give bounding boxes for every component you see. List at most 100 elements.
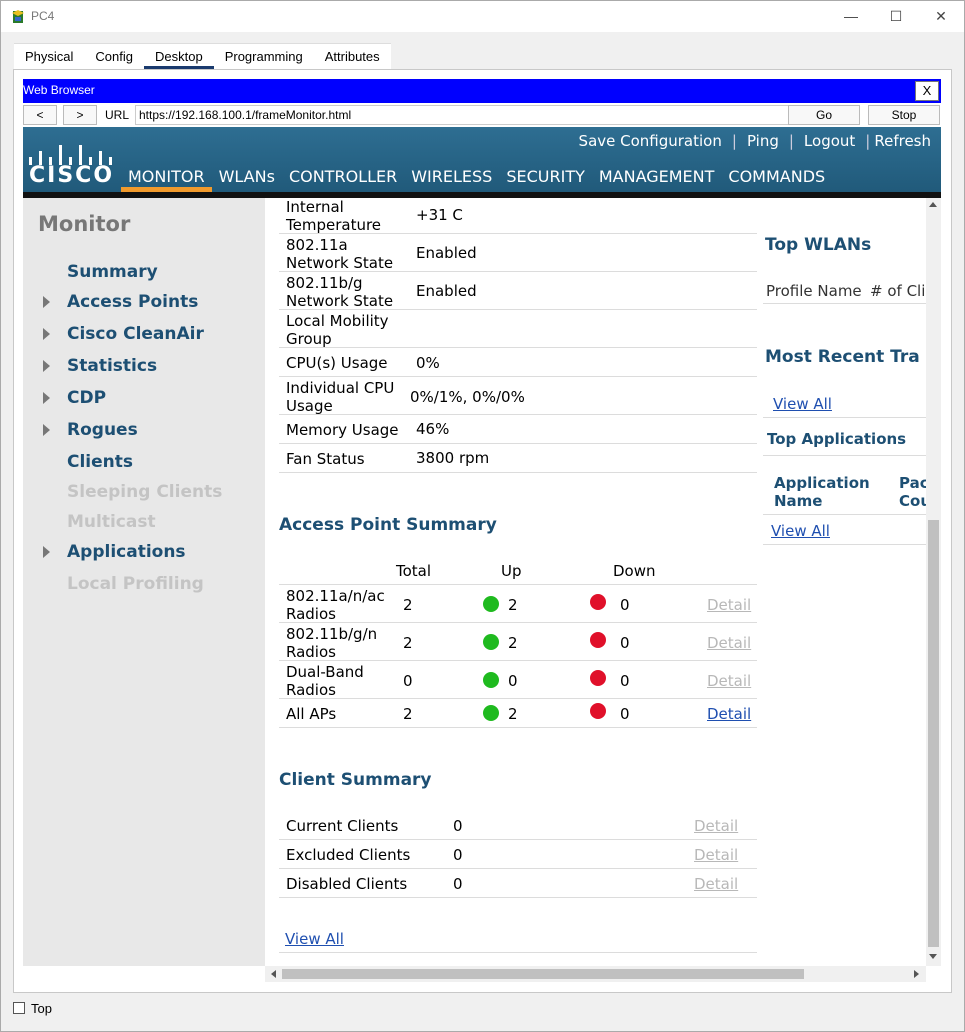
expand-arrow-icon[interactable] <box>43 296 50 308</box>
ap-row-label: Dual-Band <box>286 663 364 681</box>
most-recent-traps-heading: Most Recent Tra <box>765 347 920 367</box>
packet-count-header: Pac <box>899 474 926 492</box>
sidebar-item-access-points[interactable]: Access Points <box>67 292 198 312</box>
tab-programming[interactable]: Programming <box>213 43 314 69</box>
expand-arrow-icon[interactable] <box>43 328 50 340</box>
horizontal-scrollbar[interactable] <box>265 966 926 982</box>
profile-name-header: Profile Name <box>766 282 862 300</box>
stop-button[interactable]: Stop <box>868 105 940 125</box>
client-row-label: Disabled Clients <box>286 875 408 893</box>
nav-commands[interactable]: COMMANDS <box>721 167 832 192</box>
scroll-left-icon[interactable] <box>271 970 276 978</box>
row-value: Enabled <box>416 282 477 300</box>
row-divider <box>279 897 757 898</box>
expand-arrow-icon[interactable] <box>43 360 50 372</box>
row-label: Group <box>286 330 332 348</box>
row-divider <box>279 271 757 272</box>
nav-wlans[interactable]: WLANs <box>212 167 282 192</box>
vertical-scrollbar[interactable] <box>926 198 941 966</box>
refresh-link[interactable]: Refresh <box>874 132 931 150</box>
row-divider <box>763 417 926 418</box>
url-input[interactable]: https://192.168.100.1/frameMonitor.html <box>135 105 801 125</box>
up-status-icon <box>483 705 499 721</box>
ap-detail-link: Detail <box>707 634 752 652</box>
tab-config[interactable]: Config <box>84 43 144 69</box>
top-checkbox[interactable] <box>13 1002 25 1014</box>
sidebar-item-cisco-cleanair[interactable]: Cisco CleanAir <box>67 324 204 344</box>
save-configuration-link[interactable]: Save Configuration <box>579 132 722 150</box>
row-label: Fan Status <box>286 450 365 468</box>
row-divider <box>763 514 926 515</box>
tab-physical[interactable]: Physical <box>14 43 85 69</box>
cisco-logo-text: CISCO <box>29 163 115 188</box>
scroll-right-icon[interactable] <box>914 970 919 978</box>
row-label: Temperature <box>286 216 382 234</box>
ap-total: 2 <box>403 634 413 652</box>
applications-view-all-link[interactable]: View All <box>771 522 830 540</box>
sidebar-item-statistics[interactable]: Statistics <box>67 356 157 376</box>
row-divider <box>763 303 926 304</box>
web-browser-close-button[interactable]: X <box>915 81 939 101</box>
ap-total: 2 <box>403 596 413 614</box>
nav-controller[interactable]: CONTROLLER <box>282 167 404 192</box>
logout-link[interactable]: Logout <box>804 132 855 150</box>
sidebar-item-applications[interactable]: Applications <box>67 542 186 562</box>
row-divider <box>279 376 757 377</box>
application-name-header: Application <box>774 474 870 492</box>
client-summary-heading: Client Summary <box>279 770 432 790</box>
tab-desktop[interactable]: Desktop <box>144 43 214 69</box>
back-button[interactable]: < <box>23 105 57 125</box>
client-row-label: Excluded Clients <box>286 846 411 864</box>
row-divider <box>279 309 757 310</box>
expand-arrow-icon[interactable] <box>43 546 50 558</box>
ap-total: 0 <box>403 672 413 690</box>
row-label: 802.11b/g <box>286 274 363 292</box>
forward-button[interactable]: > <box>63 105 97 125</box>
row-divider <box>279 839 757 840</box>
sidebar-item-cdp[interactable]: CDP <box>67 388 106 408</box>
sidebar-item-sleeping-clients: Sleeping Clients <box>67 482 223 502</box>
traps-view-all-link[interactable]: View All <box>773 395 832 413</box>
web-browser-title: Web Browser <box>23 83 95 97</box>
down-status-icon <box>590 703 606 719</box>
ap-down: 0 <box>620 634 630 652</box>
row-divider <box>763 544 926 545</box>
num-clients-header: # of Cli <box>870 282 926 300</box>
nav-monitor[interactable]: MONITOR <box>121 167 212 192</box>
horizontal-scroll-thumb[interactable] <box>282 969 804 979</box>
clients-view-all-link[interactable]: View All <box>285 930 344 948</box>
row-label: Local Mobility <box>286 312 389 330</box>
separator: | <box>788 132 794 150</box>
tab-attributes[interactable]: Attributes <box>313 43 391 69</box>
nav-wireless[interactable]: WIRELESS <box>404 167 499 192</box>
all-aps-detail-link[interactable]: Detail <box>707 705 751 723</box>
sidebar-item-local-profiling: Local Profiling <box>67 574 204 594</box>
web-browser-titlebar: Web Browser X <box>23 79 941 103</box>
vertical-scroll-thumb[interactable] <box>928 520 939 947</box>
expand-arrow-icon[interactable] <box>43 392 50 404</box>
ap-row-label: Radios <box>286 643 336 661</box>
ap-up: 2 <box>508 634 518 652</box>
expand-arrow-icon[interactable] <box>43 424 50 436</box>
close-window-button[interactable]: ✕ <box>921 5 961 29</box>
sidebar-item-summary[interactable]: Summary <box>67 262 158 282</box>
nav-management[interactable]: MANAGEMENT <box>592 167 722 192</box>
minimize-button[interactable]: — <box>831 5 871 29</box>
scroll-down-icon[interactable] <box>929 954 937 959</box>
sidebar-item-rogues[interactable]: Rogues <box>67 420 138 440</box>
sidebar-item-clients[interactable]: Clients <box>67 452 133 472</box>
url-label: URL <box>105 108 130 122</box>
row-divider <box>279 660 757 661</box>
up-status-icon <box>483 634 499 650</box>
ping-link[interactable]: Ping <box>747 132 779 150</box>
sidebar-item-multicast: Multicast <box>67 512 156 532</box>
up-status-icon <box>483 672 499 688</box>
row-divider <box>279 952 757 953</box>
scroll-up-icon[interactable] <box>929 202 937 207</box>
separator: | <box>865 132 871 150</box>
row-label: 802.11a <box>286 236 348 254</box>
go-button[interactable]: Go <box>788 105 860 125</box>
maximize-button[interactable]: ☐ <box>876 5 916 29</box>
nav-security[interactable]: SECURITY <box>499 167 592 192</box>
col-header-up: Up <box>501 562 522 580</box>
